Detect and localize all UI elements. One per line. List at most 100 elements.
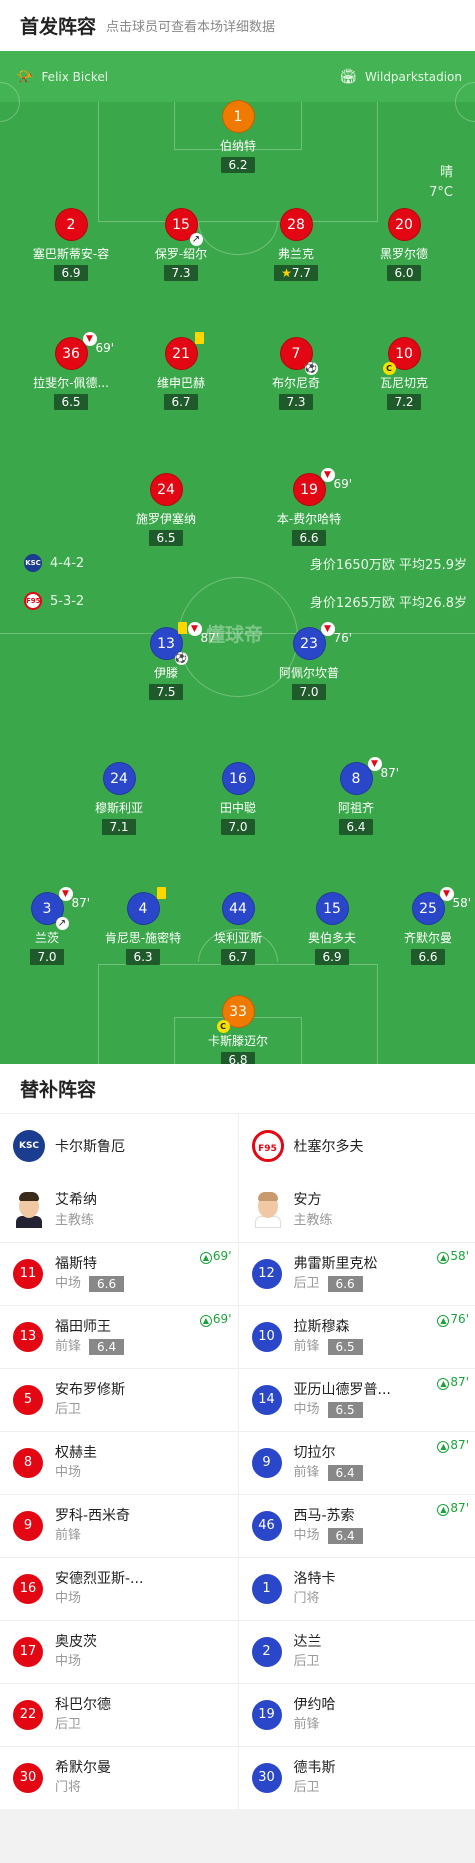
sub-player-row[interactable]: 13 福田师王 前锋 6.4 ▲ 69'	[0, 1305, 238, 1368]
sub-player-row[interactable]: 17 奥皮茨 中场	[0, 1620, 238, 1683]
lineup-title: 首发阵容	[20, 16, 97, 38]
coach-avatar	[13, 1192, 45, 1228]
goal-ball-icon: ⚽	[304, 362, 318, 375]
player-marker[interactable]: 25 ▼ 58' 齐默尔曼 6.6	[363, 887, 475, 965]
home-coach[interactable]: 艾希纳 主教练	[0, 1178, 238, 1242]
sub-player-name: 西马-苏索	[293, 1508, 355, 1524]
assist-icon: ↗	[55, 917, 69, 930]
player-marker[interactable]: 13 ▼ 87' ⚽ 伊滕 7.5	[101, 622, 231, 700]
player-marker[interactable]: 19 ▼ 69' 本-费尔哈特 6.6	[244, 468, 374, 546]
sub-player-position: 中场	[55, 1591, 82, 1606]
sub-player-position: 门将	[55, 1780, 82, 1795]
sub-out-icon: ▼	[82, 332, 97, 346]
player-number: 25 ▼ 58'	[411, 887, 471, 925]
sub-player-row[interactable]: 19 伊约哈 前锋	[238, 1683, 475, 1746]
player-rating: 6.5	[54, 394, 88, 410]
sub-in-time: 69'	[212, 1312, 232, 1326]
player-number: 23 ▼ 76'	[292, 622, 352, 660]
player-marker[interactable]: 23 ▼ 76' 阿佩尔坎普 7.0	[244, 622, 374, 700]
player-name: 穆斯利亚	[94, 801, 143, 815]
pitch: 📯 Felix Bickel 🏟 Wildparkstadion 懂球帝 晴 7…	[0, 51, 475, 1064]
player-number: 24	[149, 473, 183, 506]
sub-player-row[interactable]: 16 安德烈亚斯-... 中场	[0, 1557, 238, 1620]
player-rating: ★7.7	[274, 265, 318, 281]
sub-player-name: 福斯特	[55, 1256, 97, 1272]
player-number: 8 ▼ 87'	[339, 757, 399, 795]
player-marker[interactable]: 20 黑罗尔德 6.0	[339, 208, 469, 281]
player-number: 36 ▼ 69'	[54, 332, 114, 370]
player-rating: 7.3	[279, 394, 313, 410]
home-club[interactable]: KSC 卡尔斯鲁厄	[0, 1114, 238, 1178]
sub-in-icon: ▲	[437, 1441, 450, 1453]
sub-player-row[interactable]: 5 安布罗修斯 后卫	[0, 1368, 238, 1431]
player-marker[interactable]: 24 穆斯利亚 7.1	[54, 762, 184, 835]
sub-player-row[interactable]: 46 西马-苏索 中场 6.4 ▲ 87'	[238, 1494, 475, 1557]
player-name: 保罗-绍尔	[154, 247, 208, 261]
sub-player-position: 中场	[293, 1402, 320, 1417]
player-rating: 6.9	[315, 949, 349, 965]
sub-out-icon: ▼	[320, 622, 335, 636]
player-number: 13 ▼ 87' ⚽	[149, 622, 219, 665]
player-marker[interactable]: 8 ▼ 87' 阿祖齐 6.4	[291, 757, 421, 835]
player-rating: 7.1	[102, 819, 136, 835]
player-rating: 6.7	[164, 394, 198, 410]
captain-icon: C	[216, 1020, 230, 1033]
player-marker[interactable]: 1 伯纳特 6.2	[173, 100, 303, 173]
sub-player-row[interactable]: 12 弗雷斯里克松 后卫 6.6 ▲ 58'	[238, 1242, 475, 1305]
weather-info: 晴 7°C	[429, 163, 453, 203]
home-bench: KSC 卡尔斯鲁厄 艾希纳 主教练 11 福斯特 中场 6.6 ▲ 69' 13 福田师王 前锋…	[0, 1114, 238, 1809]
sub-player-number: 10	[251, 1322, 282, 1352]
sub-in-icon: ▲	[437, 1315, 450, 1327]
player-number: 7 ⚽	[279, 337, 318, 375]
sub-player-row[interactable]: 10 拉斯穆森 前锋 6.5 ▲ 76'	[238, 1305, 475, 1368]
away-team-badge-icon: F95	[24, 592, 42, 610]
sub-time: 58'	[452, 896, 472, 910]
player-marker[interactable]: 15 ↗ 保罗-绍尔 7.3	[116, 208, 246, 281]
sub-in-icon: ▲	[199, 1252, 212, 1264]
sub-player-position: 后卫	[55, 1402, 82, 1417]
sub-player-row[interactable]: 9 罗科-西米奇 前锋	[0, 1494, 238, 1557]
sub-player-name: 拉斯穆森	[293, 1319, 350, 1335]
player-name: 施罗伊塞纳	[135, 512, 196, 526]
sub-player-row[interactable]: 14 亚历山德罗普... 中场 6.5 ▲ 87'	[238, 1368, 475, 1431]
yellow-card-icon	[177, 622, 187, 634]
player-name: 本-费尔哈特	[276, 512, 342, 526]
sub-out-icon: ▼	[187, 622, 202, 636]
away-formation: F95 5-3-2	[24, 592, 84, 610]
player-rating: 6.6	[292, 530, 326, 546]
coach-avatar	[252, 1192, 284, 1228]
sub-in-time: 87'	[450, 1501, 469, 1515]
sub-player-number: 16	[13, 1574, 43, 1604]
sub-player-row[interactable]: 9 切拉尔 前锋 6.4 ▲ 87'	[238, 1431, 475, 1494]
captain-icon: C	[382, 362, 396, 375]
player-marker[interactable]: 21 维申巴赫 6.7	[116, 332, 246, 410]
player-name: 黑罗尔德	[379, 247, 428, 261]
sub-player-row[interactable]: 1 洛特卡 门将	[238, 1557, 475, 1620]
sub-player-row[interactable]: 30 德韦斯 后卫	[238, 1746, 475, 1809]
page-footer	[0, 1809, 475, 1858]
sub-player-row[interactable]: 11 福斯特 中场 6.6 ▲ 69'	[0, 1242, 238, 1305]
sub-player-name: 安德烈亚斯-...	[55, 1571, 144, 1587]
sub-player-number: 11	[13, 1259, 43, 1289]
referee-name: Felix Bickel	[41, 70, 109, 84]
player-marker[interactable]: 33 C 卡斯滕迈尔 6.8	[173, 995, 303, 1064]
player-rating: 7.0	[292, 684, 326, 700]
player-marker[interactable]: 16 田中聪 7.0	[173, 762, 303, 835]
player-marker[interactable]: 10 C 瓦尼切克 7.2	[339, 337, 469, 410]
sub-player-row[interactable]: 30 希默尔曼 门将	[0, 1746, 238, 1809]
sub-in-indicator: ▲ 87'	[437, 1501, 469, 1516]
sub-time: 87'	[380, 766, 400, 780]
player-name: 田中聪	[219, 801, 256, 815]
sub-time: 69'	[333, 477, 353, 491]
home-team-stats: 身价1650万欧 平均25.9岁	[309, 558, 467, 573]
away-club[interactable]: F95 杜塞尔多夫	[239, 1114, 475, 1178]
player-marker[interactable]: 24 施罗伊塞纳 6.5	[101, 473, 231, 546]
sub-in-indicator: ▲ 87'	[437, 1375, 469, 1390]
player-rating: 6.0	[387, 265, 421, 281]
player-rating: 7.5	[149, 684, 183, 700]
sub-player-row[interactable]: 22 科巴尔德 后卫	[0, 1683, 238, 1746]
away-coach[interactable]: 安方 主教练	[239, 1178, 475, 1242]
sub-player-row[interactable]: 8 权赫圭 中场	[0, 1431, 238, 1494]
sub-player-row[interactable]: 2 达兰 后卫	[238, 1620, 475, 1683]
home-formation-value: 4-4-2	[50, 555, 85, 571]
